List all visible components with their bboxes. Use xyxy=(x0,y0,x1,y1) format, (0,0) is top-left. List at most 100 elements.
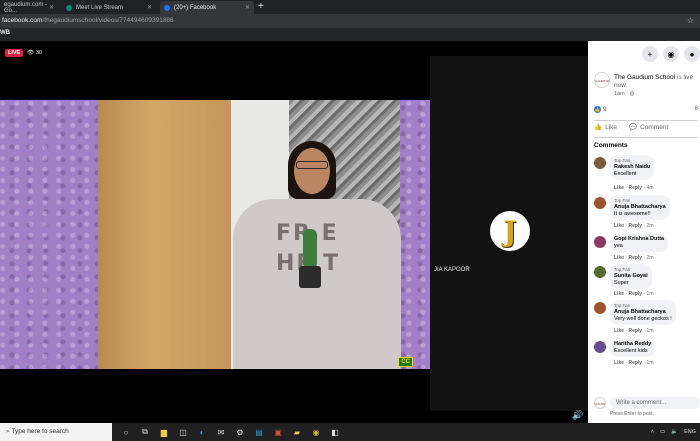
comment-like-link[interactable]: Like xyxy=(614,360,624,366)
thumbs-up-icon: 👍 xyxy=(594,124,603,131)
task-view-icon[interactable]: ⧉ xyxy=(139,426,151,438)
comment-reply-link[interactable]: Reply xyxy=(628,360,642,366)
bookmark-star-icon[interactable]: ☆ xyxy=(687,16,694,26)
taskbar-search-input[interactable]: ⌕ Type here to search xyxy=(0,423,112,441)
settings-icon[interactable]: ⚙ xyxy=(234,426,246,438)
speaker-name: JIA KAPOOR xyxy=(434,267,470,273)
mail-icon[interactable]: ✉ xyxy=(215,426,227,438)
comment-bubble: Gopi Krishna Dutta yea xyxy=(610,234,669,252)
url-path: /thegaudiumschool/videos/774494609391886 xyxy=(42,17,174,24)
taskbar-apps: ○ ⧉ ▆ ◫ ◐ ✉ ⚙ ▤ ▣ ▰ ◉ ◧ xyxy=(120,426,341,438)
comment-bubble: Top Fan Sunita Goyal Super xyxy=(610,264,652,289)
cortana-icon[interactable]: ○ xyxy=(120,426,132,438)
volume-tray-icon[interactable]: 🔈 xyxy=(671,429,678,435)
comment-meta: Like · Reply · 1m xyxy=(614,360,654,366)
comment-reply-link[interactable]: Reply xyxy=(628,291,642,297)
comment-like-link[interactable]: Like xyxy=(614,328,624,334)
divider xyxy=(594,120,698,121)
comments-heading: Comments xyxy=(594,142,628,149)
comment-reply-link[interactable]: Reply xyxy=(628,223,642,229)
file-explorer-icon[interactable]: ▆ xyxy=(158,426,170,438)
plant-pot xyxy=(299,266,321,288)
paper-bag xyxy=(98,100,233,369)
edge-icon[interactable]: ◐ xyxy=(196,426,208,438)
top-fan-badge: Top Fan xyxy=(614,267,631,272)
commenter-name[interactable]: Haritha Reddy xyxy=(614,341,651,348)
commenter-name[interactable]: Anuja Bhattacharya xyxy=(614,204,666,211)
comment-time: 4m xyxy=(646,185,654,191)
chrome-icon[interactable]: ◉ xyxy=(310,426,322,438)
app-icon[interactable]: ▣ xyxy=(272,426,284,438)
plus-icon[interactable]: + xyxy=(642,46,658,62)
comment-like-link[interactable]: Like xyxy=(614,255,624,261)
messenger-icon[interactable]: ◉ xyxy=(663,46,679,62)
live-badge: LIVE xyxy=(5,49,24,57)
captions-button[interactable]: CC xyxy=(398,357,413,367)
comment-meta: Like · Reply · 2m xyxy=(614,223,654,229)
enter-hint: Press Enter to post. xyxy=(610,411,654,417)
write-comment-input[interactable]: Write a comment... xyxy=(610,397,700,409)
url-field[interactable]: facebook.com/thegaudiumschool/videos/774… xyxy=(2,16,174,26)
new-tab-button[interactable]: + xyxy=(258,1,264,13)
network-icon[interactable]: ▭ xyxy=(660,429,665,435)
commenter-name[interactable]: Rakesh Naidu xyxy=(614,164,650,171)
comment-reply-link[interactable]: Reply xyxy=(628,328,642,334)
comment-reply-link[interactable]: Reply xyxy=(628,255,642,261)
reaction-count: 9 xyxy=(603,106,607,113)
avatar[interactable] xyxy=(594,236,606,248)
browser-tab-facebook[interactable]: (20+) Facebook ✕ xyxy=(160,1,254,14)
viewer-count-badge: 👁 30 xyxy=(24,49,46,57)
folder-icon[interactable]: ▰ xyxy=(291,426,303,438)
app-icon[interactable]: ▤ xyxy=(253,426,265,438)
comment-button[interactable]: 💬 Comment xyxy=(629,123,668,132)
reaction-summary[interactable]: 👍 9 8 xyxy=(594,106,698,116)
chevron-up-icon[interactable]: ˄ xyxy=(651,429,654,435)
comment-meta: Like · Reply · 2m xyxy=(614,255,654,261)
plant xyxy=(303,229,317,269)
composer-avatar: GAUDIUM xyxy=(594,397,606,409)
comment-like-link[interactable]: Like xyxy=(614,291,624,297)
globe-icon: ◍ xyxy=(629,91,635,97)
top-fan-badge: Top Fan xyxy=(614,158,631,163)
avatar[interactable] xyxy=(594,302,606,314)
comment-time: 1m xyxy=(646,328,654,334)
avatar[interactable] xyxy=(594,157,606,169)
like-button[interactable]: 👍 Like xyxy=(594,123,617,132)
system-tray: ˄ ▭ 🔈 ENG xyxy=(651,423,696,441)
commenter-name[interactable]: Sunita Goyal xyxy=(614,273,648,280)
comment-meta: Like · Reply · 4m xyxy=(614,185,654,191)
comment-bubble: Top Fan Rakesh Naidu Excellent xyxy=(610,155,655,180)
comment-like-link[interactable]: Like xyxy=(614,223,624,229)
avatar[interactable] xyxy=(594,197,606,209)
store-icon[interactable]: ◫ xyxy=(177,426,189,438)
live-side-panel: + ◉ ● GAUDIUM The Gaudium School is live… xyxy=(588,41,700,423)
avatar[interactable] xyxy=(594,341,606,353)
avatar[interactable] xyxy=(594,266,606,278)
comment-composer: GAUDIUM Write a comment... xyxy=(594,396,700,410)
comment-text: Very well done geckos ! xyxy=(614,316,672,322)
comment-bubble: Haritha Reddy Excellent kids xyxy=(610,339,656,357)
page-logo[interactable]: GAUDIUM xyxy=(594,72,610,88)
page-name-link[interactable]: The Gaudium School xyxy=(614,74,675,81)
language-indicator[interactable]: ENG xyxy=(684,429,696,435)
comment-reply-link[interactable]: Reply xyxy=(628,185,642,191)
comment-like-link[interactable]: Like xyxy=(614,185,624,191)
volume-icon[interactable]: 🔊 xyxy=(572,410,583,421)
browser-tab-meet[interactable]: Meet Live Stream ✕ xyxy=(62,1,156,14)
url-host: facebook.com xyxy=(2,17,43,24)
commenter-name[interactable]: Gopi Krishna Dutta xyxy=(614,236,664,243)
close-icon[interactable]: ✕ xyxy=(49,4,54,11)
close-icon[interactable]: ✕ xyxy=(245,4,250,11)
fb-bar-label: WB xyxy=(0,30,10,36)
browser-tab-strip: egaudium.com - Go... ✕ Meet Live Stream … xyxy=(0,0,700,14)
browser-tab-egaudium[interactable]: egaudium.com - Go... ✕ xyxy=(0,1,58,14)
comment-time: 1m xyxy=(646,291,654,297)
notifications-icon[interactable]: ● xyxy=(684,46,700,62)
panel-top-icons: + ◉ ● xyxy=(642,46,700,62)
app-icon[interactable]: ◧ xyxy=(329,426,341,438)
meet-favicon-icon xyxy=(66,4,72,11)
close-icon[interactable]: ✕ xyxy=(147,4,152,11)
presenter-glasses xyxy=(296,161,328,169)
commenter-name[interactable]: Anuja Bhattacharya xyxy=(614,309,672,316)
comment-meta: Like · Reply · 1m xyxy=(614,328,654,334)
